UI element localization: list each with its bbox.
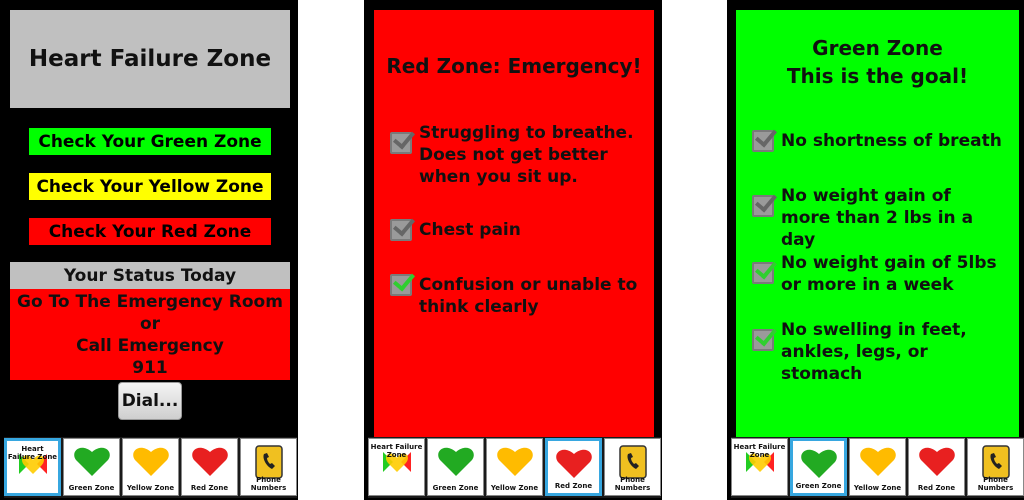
tab-label: Yellow Zone [490,484,539,492]
checkbox-checked[interactable] [752,262,774,284]
tab-label: Yellow Zone [853,484,902,492]
tab-label: Phone Numbers [614,476,651,492]
tab-red-zone[interactable]: Red Zone [908,438,965,496]
checklist-item[interactable]: Struggling to breathe. Does not get bett… [390,122,640,188]
tab-heart-failure-zone[interactable]: Heart Failure Zone [368,438,425,496]
tab-red-zone[interactable]: Red Zone [545,438,602,496]
tab-phone-numbers[interactable]: Phone Numbers [240,438,297,496]
tab-yellow-zone[interactable]: Yellow Zone [849,438,906,496]
tab-label: Heart Failure Zone [7,445,58,461]
red-heart-icon [191,447,228,476]
checklist-item-text: Confusion or unable to think clearly [419,275,638,317]
checkbox[interactable] [390,219,412,241]
checklist-item-text: No shortness of breath [781,131,1002,151]
checklist-item-text: Struggling to breathe. Does not get bett… [419,123,634,187]
tab-green-zone[interactable]: Green Zone [63,438,120,496]
checklist-item-text: No swelling in feet, ankles, legs, or st… [781,320,967,384]
dial-button[interactable]: Dial... [118,382,182,420]
status-line: Go To The Emergency Room [17,291,283,312]
green-zone-panel: Green Zone This is the goal! No shortnes… [736,10,1019,438]
checkbox-checked[interactable] [390,274,412,296]
tab-heart-failure-zone[interactable]: Heart Failure Zone [4,438,61,496]
tab-green-zone[interactable]: Green Zone [427,438,484,496]
green-heart-icon [73,447,110,476]
green-zone-screen: Green Zone This is the goal! No shortnes… [727,0,1024,500]
status-message: Go To The Emergency Room or Call Emergen… [10,289,290,380]
phone-book-icon [618,445,647,479]
app-title: Heart Failure Zone [10,10,290,108]
checklist-item[interactable]: No weight gain of more than 2 lbs in a d… [752,185,1002,251]
tab-bar: Heart Failure Zone Green Zone Yellow Zon… [4,437,297,498]
tab-bar: Heart Failure Zone Green Zone Yellow Zon… [731,437,1024,498]
tab-red-zone[interactable]: Red Zone [181,438,238,496]
green-heart-icon [437,447,474,476]
tab-green-zone[interactable]: Green Zone [790,438,847,496]
red-zone-panel: Red Zone: Emergency! Struggling to breat… [374,10,654,438]
red-heart-icon [555,449,592,478]
check-red-zone-button[interactable]: Check Your Red Zone [29,218,271,245]
checkbox[interactable] [752,195,774,217]
tab-label: Heart Failure Zone [733,443,786,459]
tab-label: Heart Failure Zone [370,443,423,459]
home-screen: Heart Failure Zone Check Your Green Zone… [0,0,298,500]
checklist-item-text: No weight gain of 5lbs or more in a week [781,253,997,295]
tab-label: Yellow Zone [126,484,175,492]
tab-phone-numbers[interactable]: Phone Numbers [604,438,661,496]
status-line: Call Emergency [76,335,224,356]
status-header: Your Status Today [10,262,290,289]
checklist-item[interactable]: No swelling in feet, ankles, legs, or st… [752,319,1002,385]
tab-yellow-zone[interactable]: Yellow Zone [122,438,179,496]
red-zone-title: Red Zone: Emergency! [386,54,642,78]
yellow-heart-icon [859,447,896,476]
status-line: or [139,313,161,334]
checkbox-checked[interactable] [752,329,774,351]
check-yellow-zone-button[interactable]: Check Your Yellow Zone [29,173,271,200]
tab-heart-failure-zone[interactable]: Heart Failure Zone [731,438,788,496]
tab-phone-numbers[interactable]: Phone Numbers [967,438,1024,496]
checklist-item[interactable]: No shortness of breath [752,130,1002,152]
checkbox[interactable] [752,130,774,152]
tab-label: Red Zone [917,484,956,492]
tab-yellow-zone[interactable]: Yellow Zone [486,438,543,496]
phone-book-icon [981,445,1010,479]
checkbox[interactable] [390,132,412,154]
tab-label: Phone Numbers [250,476,287,492]
tab-bar: Heart Failure Zone Green Zone Yellow Zon… [368,437,661,498]
phone-book-icon [254,445,283,479]
green-zone-title: Green Zone [812,36,943,60]
tab-label: Phone Numbers [977,476,1014,492]
green-heart-icon [800,449,837,478]
tab-label: Green Zone [432,484,479,492]
checklist-item[interactable]: Confusion or unable to think clearly [390,274,640,318]
status-line: 911 [132,357,168,378]
tab-label: Green Zone [795,482,842,490]
yellow-heart-icon [496,447,533,476]
tab-label: Red Zone [190,484,229,492]
tab-label: Green Zone [68,484,115,492]
tab-label: Red Zone [554,482,593,490]
checklist-item-text: No weight gain of more than 2 lbs in a d… [781,186,974,250]
checklist-item[interactable]: Chest pain [390,219,640,241]
red-zone-screen: Red Zone: Emergency! Struggling to breat… [364,0,662,500]
red-heart-icon [918,447,955,476]
yellow-heart-icon [132,447,169,476]
checklist-item[interactable]: No weight gain of 5lbs or more in a week [752,252,1002,296]
checklist-item-text: Chest pain [419,220,521,240]
green-zone-subtitle: This is the goal! [786,64,969,88]
check-green-zone-button[interactable]: Check Your Green Zone [29,128,271,155]
